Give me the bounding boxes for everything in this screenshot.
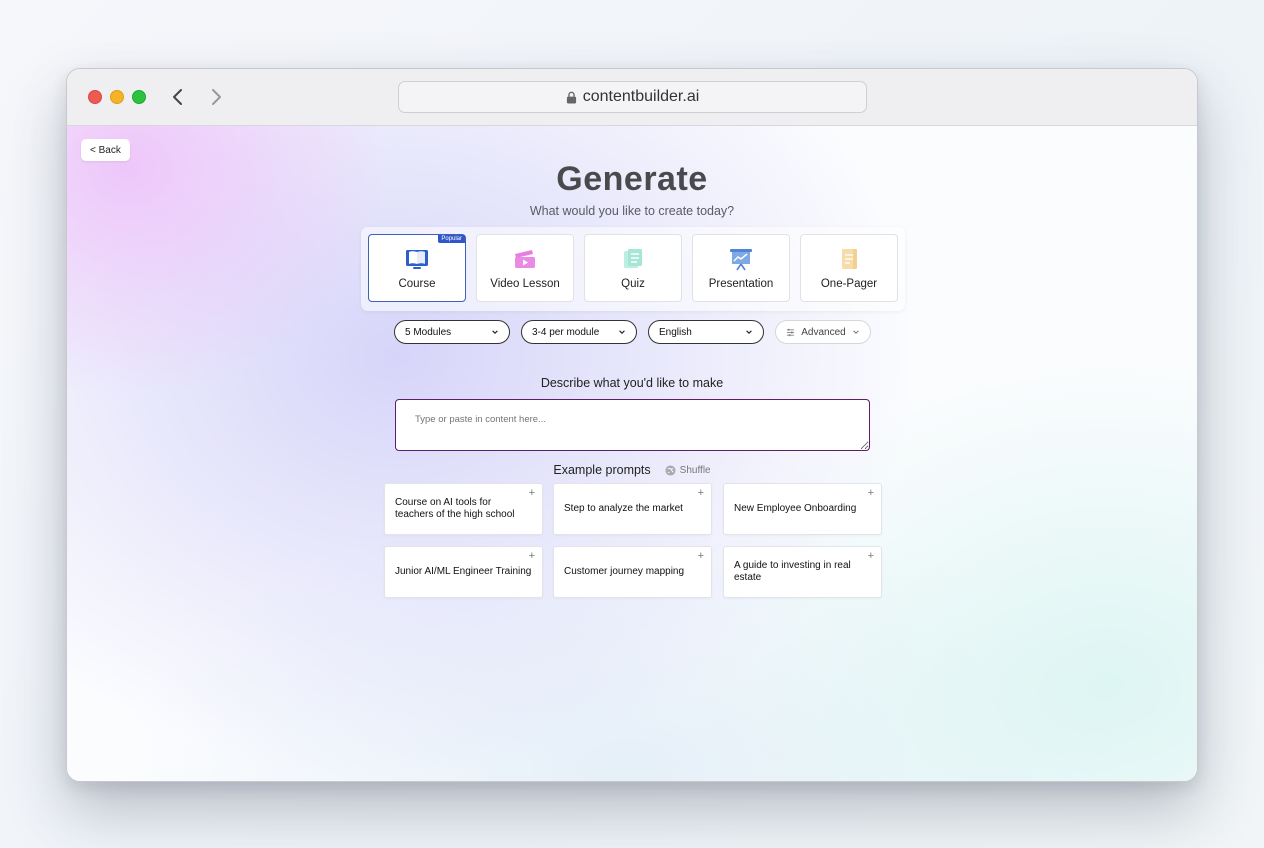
url-text: contentbuilder.ai	[582, 88, 700, 105]
example-prompt-text: Step to analyze the market	[564, 503, 683, 514]
plus-icon: +	[697, 487, 704, 499]
content-type-panel: Popular Course Video Lesson Quiz Present…	[361, 227, 905, 311]
example-prompts-label: Example prompts	[553, 463, 651, 477]
advanced-button[interactable]: Advanced	[775, 320, 871, 344]
content-type-label: Quiz	[621, 278, 645, 290]
popular-badge: Popular	[438, 235, 465, 243]
example-prompt-text: Course on AI tools for teachers of the h…	[395, 497, 515, 520]
content-type-label: Video Lesson	[490, 278, 560, 290]
content-type-label: Presentation	[708, 278, 774, 290]
settings-sliders-icon	[787, 328, 795, 336]
back-button[interactable]: < Back	[81, 139, 130, 161]
page-title: Generate	[556, 160, 708, 198]
example-prompt-text: Junior AI/ML Engineer Training	[395, 566, 532, 577]
content-type-video-lesson[interactable]: Video Lesson	[476, 234, 574, 302]
modules-dropdown[interactable]: 5 Modules	[394, 320, 510, 344]
example-prompt-card[interactable]: + Course on AI tools for teachers of the…	[384, 483, 543, 535]
modules-value: 5 Modules	[405, 326, 452, 338]
page-content: < Back Generate What would you like to c…	[67, 126, 1197, 781]
example-prompt-card[interactable]: + New Employee Onboarding	[723, 483, 882, 535]
browser-back-button[interactable]	[167, 86, 189, 108]
example-prompts-header: Example prompts Shuffle	[67, 460, 1197, 480]
advanced-label: Advanced	[801, 326, 846, 338]
per-module-dropdown[interactable]: 3-4 per module	[521, 320, 637, 344]
shuffle-icon	[665, 464, 676, 476]
plus-icon: +	[867, 487, 874, 499]
maximize-window-button[interactable]	[132, 90, 146, 104]
example-prompt-card[interactable]: + A guide to investing in real estate	[723, 546, 882, 598]
page-subtitle: What would you like to create today?	[529, 204, 735, 218]
chevron-left-icon	[173, 89, 182, 105]
example-prompt-card[interactable]: + Customer journey mapping	[553, 546, 712, 598]
browser-window: contentbuilder.ai < Back Generate What w…	[66, 68, 1198, 782]
minimize-window-button[interactable]	[110, 90, 124, 104]
browser-titlebar: contentbuilder.ai	[67, 69, 1197, 126]
close-window-button[interactable]	[88, 90, 102, 104]
content-type-one-pager[interactable]: One-Pager	[800, 234, 898, 302]
prompt-label: Describe what you'd like to make	[540, 376, 724, 390]
browser-forward-button[interactable]	[205, 86, 227, 108]
chevron-down-icon	[619, 330, 625, 334]
generation-options: 5 Modules 3-4 per module English Advance…	[67, 320, 1197, 346]
shuffle-button[interactable]: Shuffle	[665, 465, 711, 476]
content-type-course[interactable]: Popular Course	[368, 234, 466, 302]
quiz-icon	[624, 249, 642, 268]
presentation-icon	[730, 249, 752, 271]
book-icon	[406, 250, 428, 269]
chevron-right-icon	[212, 89, 221, 105]
chevron-down-icon	[852, 330, 859, 334]
chevron-down-icon	[492, 330, 498, 334]
example-prompt-card[interactable]: + Step to analyze the market	[553, 483, 712, 535]
language-value: English	[659, 326, 692, 338]
address-bar[interactable]: contentbuilder.ai	[398, 81, 867, 113]
per-module-value: 3-4 per module	[532, 326, 600, 338]
plus-icon: +	[528, 487, 535, 499]
document-icon	[842, 249, 857, 269]
video-icon	[515, 250, 535, 268]
content-type-quiz[interactable]: Quiz	[584, 234, 682, 302]
content-type-presentation[interactable]: Presentation	[692, 234, 790, 302]
chevron-down-icon	[746, 330, 752, 334]
plus-icon: +	[528, 550, 535, 562]
content-type-label: Course	[398, 278, 436, 290]
shuffle-label: Shuffle	[679, 464, 711, 476]
language-dropdown[interactable]: English	[648, 320, 764, 344]
example-prompt-card[interactable]: + Junior AI/ML Engineer Training	[384, 546, 543, 598]
prompt-input[interactable]	[395, 399, 870, 451]
lock-icon	[566, 91, 576, 103]
content-type-label: One-Pager	[820, 278, 878, 290]
example-prompt-text: Customer journey mapping	[564, 566, 685, 577]
example-prompt-text: A guide to investing in real estate	[734, 560, 851, 583]
plus-icon: +	[697, 550, 704, 562]
example-prompt-text: New Employee Onboarding	[734, 503, 857, 514]
plus-icon: +	[867, 550, 874, 562]
